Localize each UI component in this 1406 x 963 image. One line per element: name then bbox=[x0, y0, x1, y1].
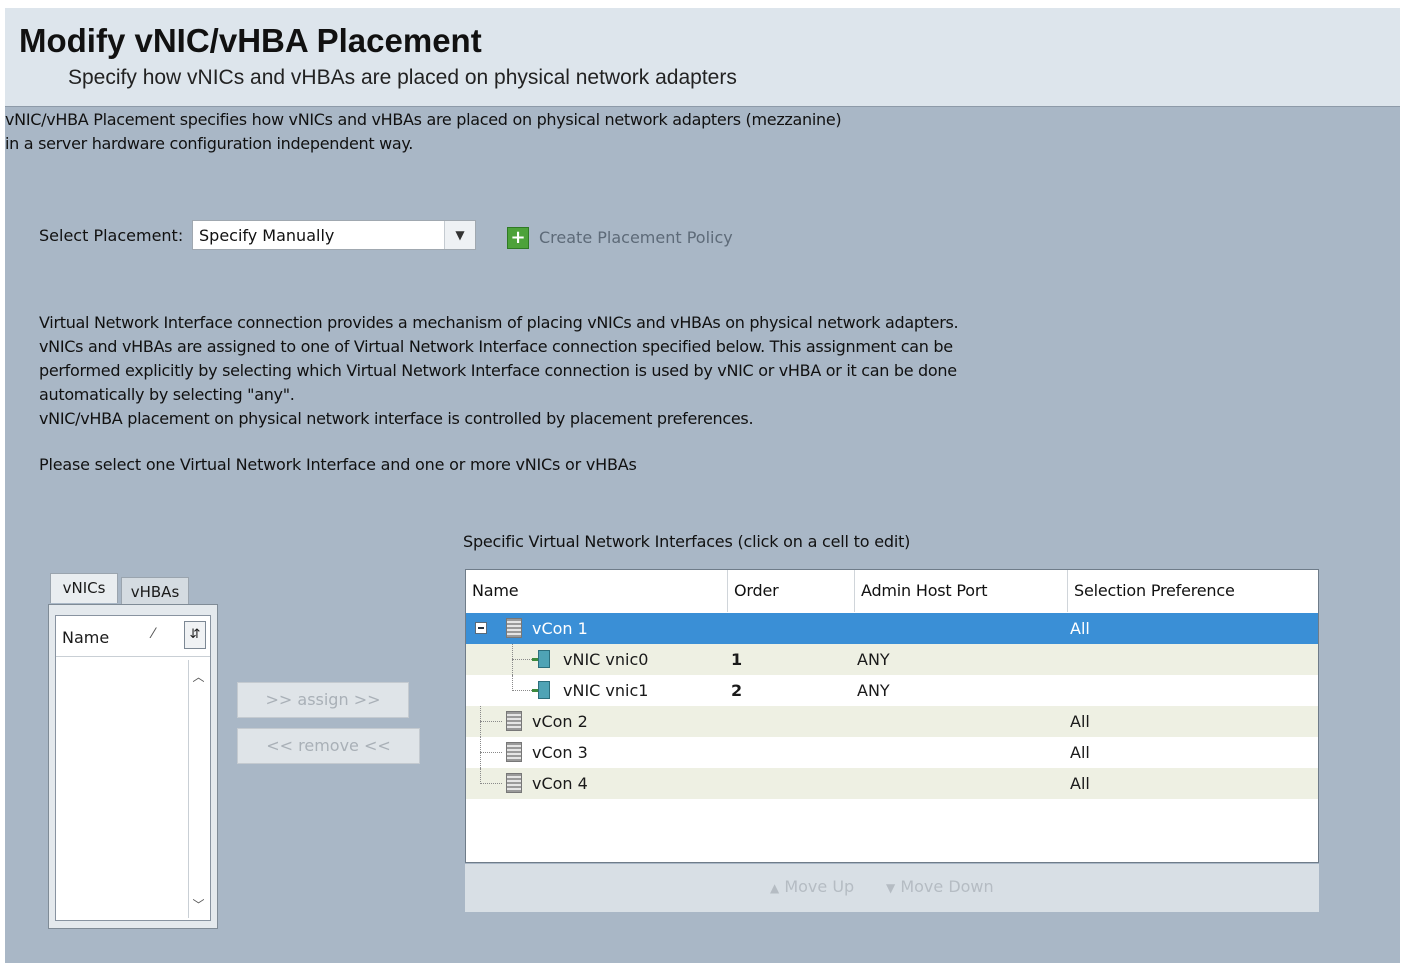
description-line: automatically by selecting "any". bbox=[39, 385, 295, 404]
dialog-header: Modify vNIC/vHBA Placement Specify how v… bbox=[5, 8, 1400, 107]
tree-line bbox=[480, 752, 502, 753]
select-placement-label: Select Placement: bbox=[39, 226, 184, 245]
row-pref[interactable]: All bbox=[1070, 737, 1090, 768]
vcon-icon bbox=[506, 711, 522, 731]
list-scrollbar[interactable]: ︿ ﹀ bbox=[188, 660, 208, 918]
tree-line bbox=[512, 675, 513, 691]
tab-vhbas[interactable]: vHBAs bbox=[121, 577, 189, 605]
description-line: vNICs and vHBAs are assigned to one of V… bbox=[39, 337, 953, 356]
vnic-list[interactable]: Name ⁄ ⇵ ︿ ﹀ bbox=[55, 615, 211, 921]
row-port[interactable]: ANY bbox=[857, 644, 890, 675]
page-subtitle: Specify how vNICs and vHBAs are placed o… bbox=[68, 66, 737, 89]
row-name[interactable]: vNIC vnic1 bbox=[563, 675, 648, 706]
scroll-down-icon[interactable]: ﹀ bbox=[189, 896, 208, 916]
row-name[interactable]: vCon 4 bbox=[532, 768, 588, 799]
instruction-text: Please select one Virtual Network Interf… bbox=[39, 455, 637, 474]
intro-line-2: in a server hardware configuration indep… bbox=[5, 134, 414, 153]
vcon-icon bbox=[506, 773, 522, 793]
page-title: Modify vNIC/vHBA Placement bbox=[19, 22, 482, 59]
sort-icon: ⁄ bbox=[152, 626, 155, 642]
table-row[interactable]: vNIC vnic0 1 ANY bbox=[466, 644, 1318, 675]
tree-line bbox=[480, 721, 502, 722]
move-up-button[interactable]: ▲ Move Up bbox=[770, 877, 854, 896]
vnic-icon bbox=[532, 680, 550, 700]
row-name[interactable]: vNIC vnic0 bbox=[563, 644, 648, 675]
row-order[interactable]: 2 bbox=[731, 675, 742, 706]
table-row[interactable]: vNIC vnic1 2 ANY bbox=[466, 675, 1318, 706]
row-port[interactable]: ANY bbox=[857, 675, 890, 706]
create-placement-policy-link[interactable]: Create Placement Policy bbox=[539, 228, 733, 247]
arrow-up-icon: ▲ bbox=[770, 881, 780, 895]
table-footer: ▲ Move Up ▼ Move Down bbox=[465, 864, 1319, 912]
column-header-admin-host-port[interactable]: Admin Host Port bbox=[855, 570, 1068, 612]
list-header: Name ⁄ ⇵ bbox=[56, 616, 210, 657]
assign-button[interactable]: >> assign >> bbox=[237, 682, 409, 718]
placement-select[interactable]: Specify Manually ▼ bbox=[192, 220, 476, 250]
collapse-icon[interactable] bbox=[475, 622, 487, 634]
row-name[interactable]: vCon 2 bbox=[532, 706, 588, 737]
tree-line bbox=[512, 659, 532, 660]
table-row[interactable]: vCon 4 All bbox=[466, 768, 1318, 799]
list-column-name[interactable]: Name bbox=[62, 628, 109, 647]
column-header-name[interactable]: Name bbox=[466, 570, 728, 612]
row-pref[interactable]: All bbox=[1070, 706, 1090, 737]
table-row[interactable]: vCon 1 All bbox=[466, 613, 1318, 644]
table-caption: Specific Virtual Network Interfaces (cli… bbox=[463, 532, 911, 551]
vnic-table: Name Order Admin Host Port Selection Pre… bbox=[465, 569, 1319, 863]
row-pref[interactable]: All bbox=[1070, 613, 1090, 644]
description-line: vNIC/vHBA placement on physical network … bbox=[39, 409, 754, 428]
column-header-order[interactable]: Order bbox=[728, 570, 855, 612]
description-line: Virtual Network Interface connection pro… bbox=[39, 313, 959, 332]
dialog: Modify vNIC/vHBA Placement Specify how v… bbox=[5, 8, 1400, 963]
table-row[interactable]: vCon 2 All bbox=[466, 706, 1318, 737]
row-pref[interactable]: All bbox=[1070, 768, 1090, 799]
intro-text: vNIC/vHBA Placement specifies how vNICs … bbox=[5, 108, 842, 156]
vcon-icon bbox=[506, 618, 522, 638]
plus-icon[interactable]: + bbox=[507, 227, 529, 249]
column-header-selection-preference[interactable]: Selection Preference bbox=[1068, 570, 1318, 612]
move-down-label: Move Down bbox=[900, 877, 994, 896]
scroll-up-icon[interactable]: ︿ bbox=[189, 668, 208, 688]
table-row[interactable]: vCon 3 All bbox=[466, 737, 1318, 768]
column-chooser-icon[interactable]: ⇵ bbox=[184, 621, 206, 649]
row-name[interactable]: vCon 3 bbox=[532, 737, 588, 768]
vcon-icon bbox=[506, 742, 522, 762]
row-name[interactable]: vCon 1 bbox=[532, 613, 588, 644]
description: Virtual Network Interface connection pro… bbox=[39, 311, 959, 431]
tree-line bbox=[480, 768, 481, 784]
row-order[interactable]: 1 bbox=[731, 644, 742, 675]
tab-vnics[interactable]: vNICs bbox=[50, 573, 118, 603]
arrow-down-icon: ▼ bbox=[886, 881, 896, 895]
description-line: performed explicitly by selecting which … bbox=[39, 361, 957, 380]
tree-line bbox=[512, 690, 532, 691]
placement-select-value: Specify Manually bbox=[199, 226, 335, 245]
remove-button[interactable]: << remove << bbox=[237, 728, 420, 764]
move-down-button[interactable]: ▼ Move Down bbox=[886, 877, 994, 896]
vnic-list-panel: Name ⁄ ⇵ ︿ ﹀ bbox=[48, 604, 218, 929]
intro-line-1: vNIC/vHBA Placement specifies how vNICs … bbox=[5, 110, 842, 129]
tree-line bbox=[480, 783, 502, 784]
vnic-icon bbox=[532, 649, 550, 669]
move-up-label: Move Up bbox=[784, 877, 855, 896]
chevron-down-icon[interactable]: ▼ bbox=[444, 221, 475, 249]
